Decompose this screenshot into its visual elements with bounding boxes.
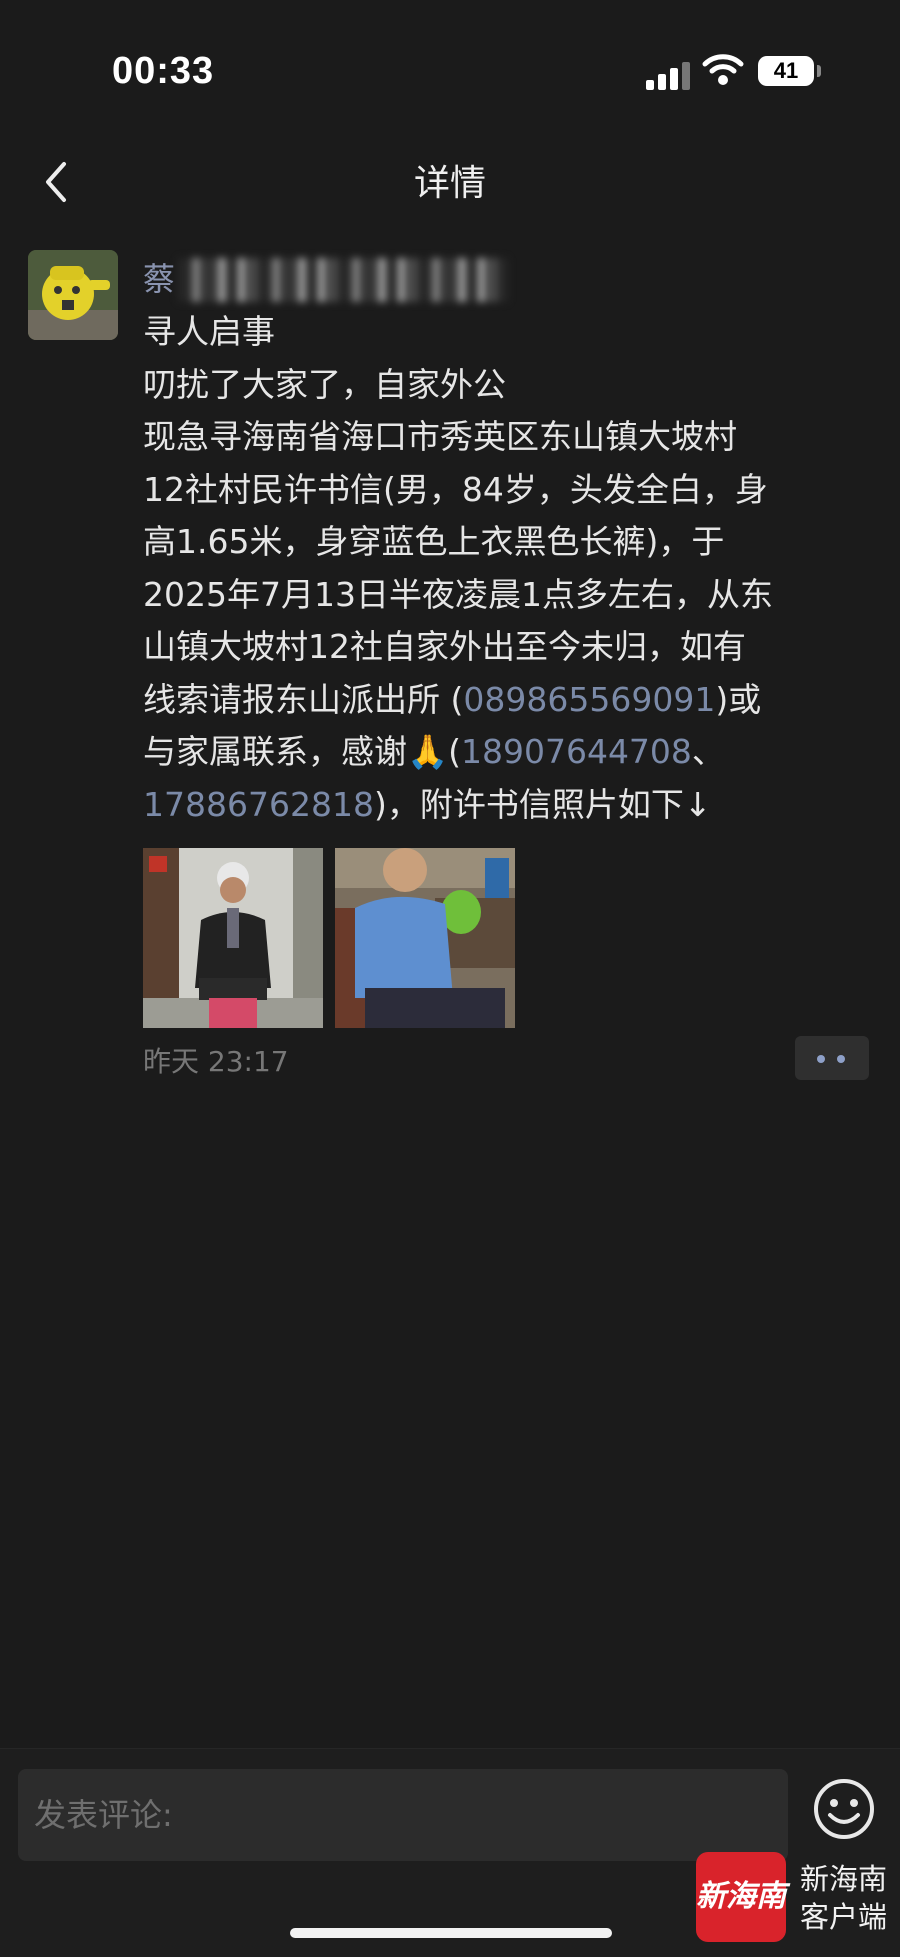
post-line: 山镇大坡村12社自家外出至今未归，如有 [143, 627, 746, 666]
battery-nub [817, 65, 821, 77]
comment-input[interactable] [18, 1769, 788, 1861]
blurred-author-name [178, 258, 508, 302]
status-time: 00:33 [112, 50, 215, 92]
post-timestamp: 昨天 23:17 [143, 1045, 289, 1078]
wifi-icon [702, 54, 744, 85]
post-line: 线索请报东山派出所 (089865569091)或 [143, 674, 883, 727]
page-title: 详情 [413, 163, 486, 204]
post-line: 2025年7月13日半夜凌晨1点多左右，从东 [143, 574, 773, 614]
avatar[interactable] [28, 250, 118, 340]
more-icon[interactable] [795, 1036, 869, 1080]
nav-bar: 详情 [0, 140, 900, 228]
post-line: 叨扰了大家了，自家外公 [143, 364, 506, 404]
home-indicator[interactable] [290, 1928, 612, 1938]
watermark-line: 新海南 [800, 1862, 888, 1896]
post-line: 17886762818)，附许书信照片如下↓ [143, 779, 883, 832]
post-photo[interactable] [143, 848, 323, 1028]
watermark-text: 新海南 客户端 [800, 1860, 887, 1936]
post-line: 高1.65米，身穿蓝色上衣黑色长裤)，于 [143, 522, 725, 561]
author-name[interactable]: 蔡 [143, 254, 175, 300]
battery-icon: 41 [758, 56, 814, 86]
line-text: )，附许书信照片如下↓ [373, 784, 712, 824]
post-line: 12社村民许书信(男，84岁，头发全白，身 [143, 469, 768, 509]
post-text: 寻人启事 叨扰了大家了，自家外公 现急寻海南省海口市秀英区东山镇大坡村 12社村… [143, 306, 883, 831]
signal-icon [646, 60, 690, 90]
line-text: 、 [691, 732, 725, 771]
post-line: 与家属联系，感谢🙏(18907644708、 [143, 726, 883, 779]
xinhainan-logo: 新海南 [696, 1852, 786, 1942]
emoji-smile-icon[interactable] [812, 1777, 876, 1841]
post-line: 现急寻海南省海口市秀英区东山镇大坡村 [143, 417, 737, 456]
emoji-icon: 🙏 [407, 732, 449, 771]
phone-link-family-2[interactable]: 17886762818 [143, 785, 374, 824]
post-photo[interactable] [335, 848, 515, 1028]
line-text: ( [448, 732, 461, 771]
post-line: 寻人启事 [143, 312, 275, 351]
line-text: 线索请报东山派出所 ( [143, 679, 464, 719]
status-bar: 00:33 41 [0, 0, 900, 140]
phone-link-police[interactable]: 089865569091 [463, 680, 715, 719]
line-text: )或 [715, 679, 762, 719]
phone-link-family-1[interactable]: 18907644708 [461, 732, 692, 771]
watermark-line: 客户端 [800, 1900, 888, 1934]
line-text: 与家属联系，感谢 [143, 732, 407, 771]
